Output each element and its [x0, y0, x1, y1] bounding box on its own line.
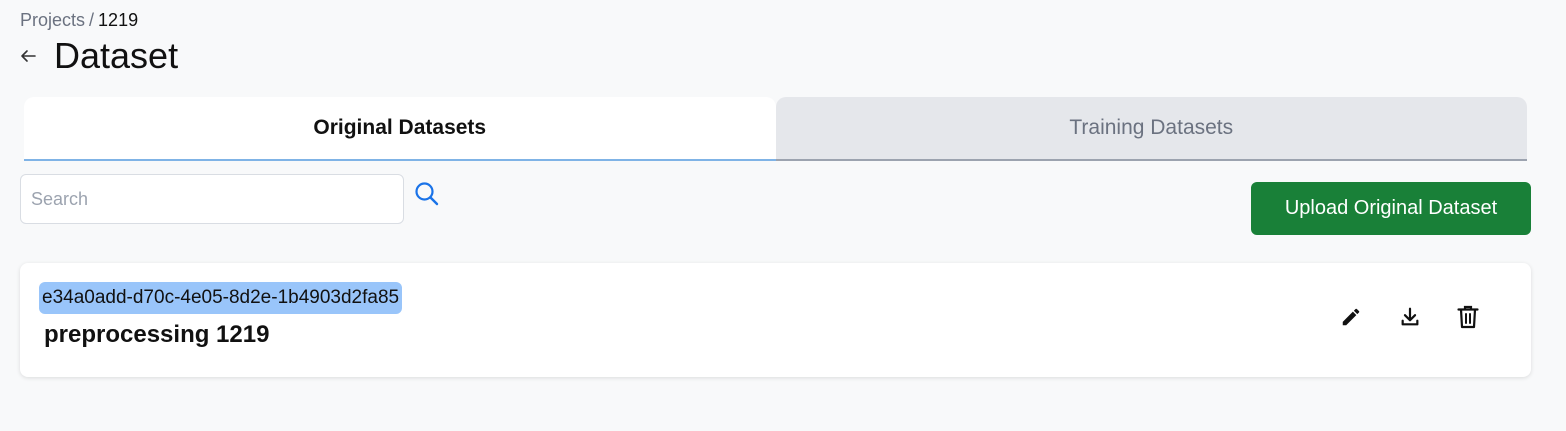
edit-icon[interactable]: [1337, 303, 1365, 331]
title-row: Dataset: [18, 34, 178, 78]
dataset-id: e34a0add-d70c-4e05-8d2e-1b4903d2fa85: [39, 282, 403, 314]
tab-original-datasets[interactable]: Original Datasets: [24, 97, 776, 161]
dataset-tabs: Original Datasets Training Datasets: [24, 97, 1527, 161]
back-arrow-icon[interactable]: [18, 46, 38, 66]
dataset-actions: [1331, 303, 1531, 331]
dataset-name: preprocessing 1219: [44, 321, 270, 348]
breadcrumb-projects-link[interactable]: Projects: [20, 9, 85, 31]
search-input[interactable]: [20, 174, 404, 224]
breadcrumb: Projects / 1219: [20, 9, 138, 31]
upload-original-dataset-button[interactable]: Upload Original Dataset: [1251, 182, 1531, 235]
download-icon[interactable]: [1396, 303, 1424, 331]
page-title: Dataset: [54, 35, 179, 76]
dataset-card[interactable]: e34a0add-d70c-4e05-8d2e-1b4903d2fa85 pre…: [20, 263, 1531, 377]
delete-icon[interactable]: [1454, 303, 1482, 331]
breadcrumb-current: 1219: [98, 10, 139, 30]
breadcrumb-separator: /: [89, 10, 95, 30]
search-icon[interactable]: [414, 181, 440, 207]
tab-training-datasets[interactable]: Training Datasets: [775, 97, 1527, 161]
